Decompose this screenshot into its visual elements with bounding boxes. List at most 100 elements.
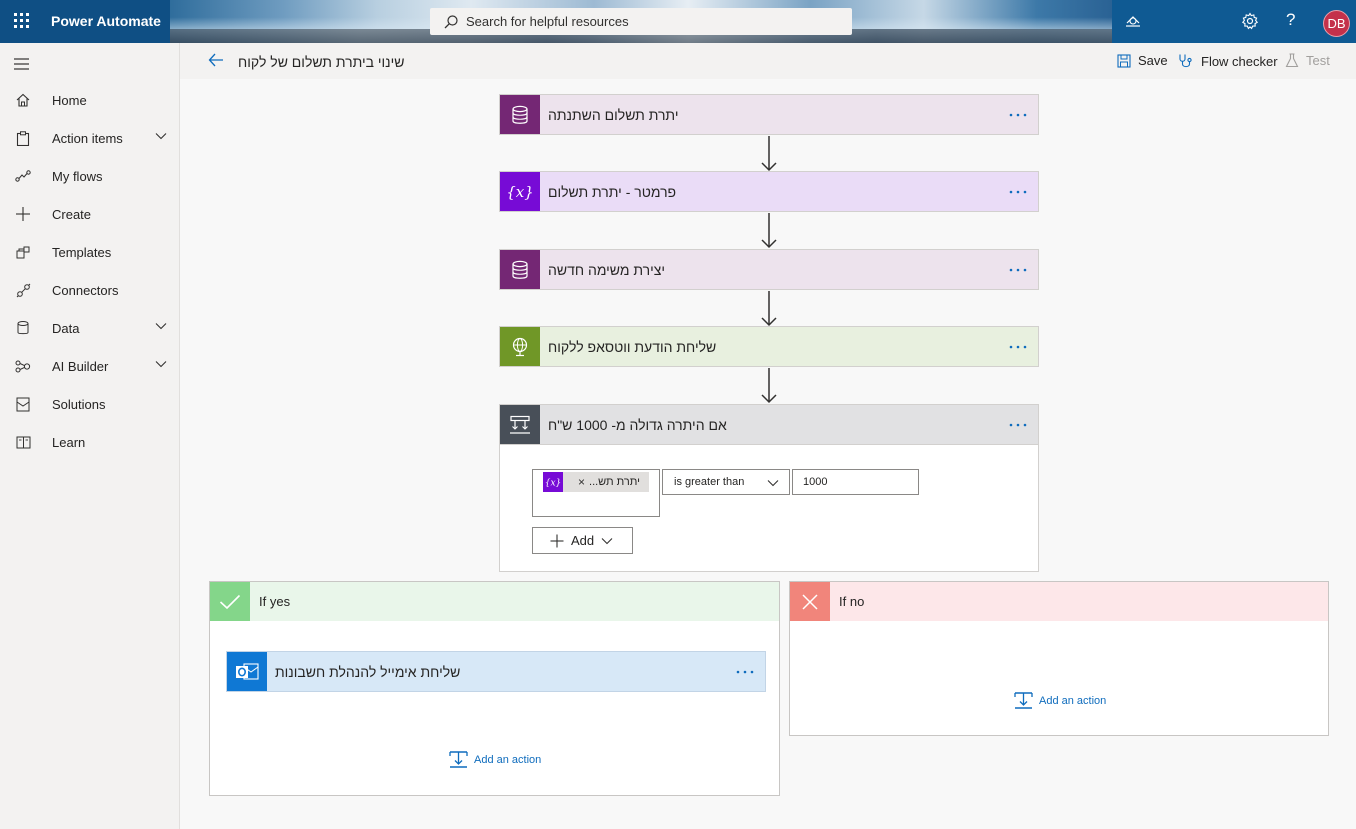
help-icon[interactable]: ? xyxy=(1286,10,1295,30)
sidebar-item-label: AI Builder xyxy=(52,358,109,374)
flow-step-trigger[interactable]: יתרת תשלום השתנתה xyxy=(499,94,1039,135)
sidebar-item-action-items[interactable]: Action items xyxy=(0,119,179,157)
flow-checker-button[interactable]: Flow checker xyxy=(1178,53,1278,69)
flow-step-variable[interactable]: {x} פרמטר - יתרת תשלום xyxy=(499,171,1039,212)
save-button[interactable]: Save xyxy=(1117,53,1168,68)
search-box[interactable] xyxy=(430,8,852,35)
sidebar-item-label: Create xyxy=(52,206,92,222)
connector-arrow xyxy=(761,136,777,172)
sidebar-item-ai-builder[interactable]: AI Builder xyxy=(0,347,179,385)
step-title: שליחת אימייל להנהלת חשבונות xyxy=(275,663,461,680)
sidebar-item-templates[interactable]: Templates xyxy=(0,233,179,271)
operator-value: is greater than xyxy=(674,476,745,488)
connectors-icon xyxy=(15,282,31,298)
beaker-icon xyxy=(1285,53,1299,68)
close-icon xyxy=(790,582,830,621)
chevron-down-icon[interactable] xyxy=(155,360,167,368)
command-bar: שינוי ביתרת תשלום של לקוח Save Flow chec… xyxy=(180,43,1356,79)
check-icon xyxy=(210,582,250,621)
branch-label: If yes xyxy=(259,594,291,609)
add-action-button-yes[interactable]: Add an action xyxy=(449,750,541,769)
more-options-icon[interactable] xyxy=(1008,106,1028,124)
app-launcher-icon[interactable] xyxy=(14,13,30,29)
connector-arrow xyxy=(761,213,777,249)
search-input[interactable] xyxy=(466,14,826,29)
environment-icon[interactable] xyxy=(1124,13,1142,29)
more-options-icon[interactable] xyxy=(1008,338,1028,356)
operator-dropdown[interactable]: is greater than xyxy=(662,469,790,495)
save-label: Save xyxy=(1138,53,1168,68)
chevron-down-icon xyxy=(767,480,779,487)
sidebar-item-label: Solutions xyxy=(52,396,106,412)
add-condition-button[interactable]: Add xyxy=(532,527,633,554)
add-action-icon xyxy=(1014,692,1033,709)
connector-arrow xyxy=(761,291,777,327)
branch-header[interactable]: If no xyxy=(790,582,1328,621)
sidebar-item-learn[interactable]: Learn xyxy=(0,423,179,461)
add-action-button-no[interactable]: Add an action xyxy=(1014,691,1106,710)
sidebar-item-data[interactable]: Data xyxy=(0,309,179,347)
plus-icon xyxy=(550,534,564,547)
sidebar-item-label: My flows xyxy=(52,168,103,184)
sidebar-item-label: Learn xyxy=(52,434,86,450)
flow-step-condition[interactable]: אם היתרה גדולה מ- 1000 ש"ח xyxy=(499,404,1039,445)
sidebar-item-create[interactable]: Create xyxy=(0,195,179,233)
variable-icon: {x} xyxy=(500,172,540,211)
chevron-down-icon[interactable] xyxy=(155,132,167,140)
condition-value: 1000 xyxy=(803,476,828,488)
flow-checker-label: Flow checker xyxy=(1201,53,1278,69)
variable-icon: {x} xyxy=(543,472,563,492)
stethoscope-icon xyxy=(1179,54,1192,68)
header-right-band xyxy=(1112,0,1356,43)
solutions-icon xyxy=(15,396,31,412)
back-arrow-icon[interactable] xyxy=(208,53,224,67)
sidebar-item-label: Templates xyxy=(52,244,112,260)
sidebar-item-label: Connectors xyxy=(52,282,119,298)
sidebar-item-label: Home xyxy=(52,92,87,108)
branch-if-yes: If yes שליחת אימייל להנהלת חשבונות Add a… xyxy=(209,581,780,796)
http-globe-icon xyxy=(500,327,540,366)
flows-icon xyxy=(15,168,31,184)
connector-arrow xyxy=(761,368,777,404)
sidebar-item-home[interactable]: Home xyxy=(0,81,179,119)
test-label: Test xyxy=(1306,53,1330,68)
home-icon xyxy=(15,92,31,108)
sidebar-item-label: Action items xyxy=(52,130,123,146)
flow-designer-canvas: יתרת תשלום השתנתה {x} פרמטר - יתרת תשלום… xyxy=(180,79,1356,829)
svg-text:{x}: {x} xyxy=(545,479,561,489)
flow-step-http-whatsapp[interactable]: שליחת הודעת ווטסאפ ללקוח xyxy=(499,326,1039,367)
chevron-down-icon xyxy=(601,537,613,544)
remove-token-icon[interactable]: × xyxy=(578,475,585,489)
dynamic-content-token[interactable]: {x} × יתרת תש... xyxy=(543,472,649,492)
more-options-icon[interactable] xyxy=(1008,183,1028,201)
more-options-icon[interactable] xyxy=(735,663,755,681)
sidebar-item-my-flows[interactable]: My flows xyxy=(0,157,179,195)
more-options-icon[interactable] xyxy=(1008,261,1028,279)
hamburger-menu-icon[interactable] xyxy=(14,57,30,71)
plus-icon xyxy=(15,206,31,222)
add-action-label: Add an action xyxy=(474,753,542,766)
book-icon xyxy=(15,434,31,450)
flow-step-create-task[interactable]: יצירת משימה חדשה xyxy=(499,249,1039,290)
left-navigation: Home Action items My flows Create Templa… xyxy=(0,43,180,829)
flow-step-send-email[interactable]: שליחת אימייל להנהלת חשבונות xyxy=(226,651,766,692)
dataverse-icon xyxy=(500,250,540,289)
step-title: פרמטר - יתרת תשלום xyxy=(548,183,677,200)
sidebar-item-connectors[interactable]: Connectors xyxy=(0,271,179,309)
sidebar-item-label: Data xyxy=(52,320,80,336)
more-options-icon[interactable] xyxy=(1008,416,1028,434)
flow-title: שינוי ביתרת תשלום של לקוח xyxy=(238,54,405,70)
step-title: שליחת הודעת ווטסאפ ללקוח xyxy=(548,338,717,355)
add-action-label: Add an action xyxy=(1039,694,1107,707)
chevron-down-icon[interactable] xyxy=(155,322,167,330)
save-icon xyxy=(1117,53,1131,68)
sidebar-item-solutions[interactable]: Solutions xyxy=(0,385,179,423)
condition-value-input[interactable]: 1000 xyxy=(792,469,919,495)
database-icon xyxy=(15,320,31,336)
branch-header[interactable]: If yes xyxy=(210,582,779,621)
test-button[interactable]: Test xyxy=(1285,53,1330,68)
app-title[interactable]: Power Automate xyxy=(51,13,161,29)
gear-icon[interactable] xyxy=(1241,12,1259,30)
condition-left-operand[interactable]: {x} × יתרת תש... xyxy=(532,469,660,517)
avatar[interactable]: DB xyxy=(1323,10,1350,37)
